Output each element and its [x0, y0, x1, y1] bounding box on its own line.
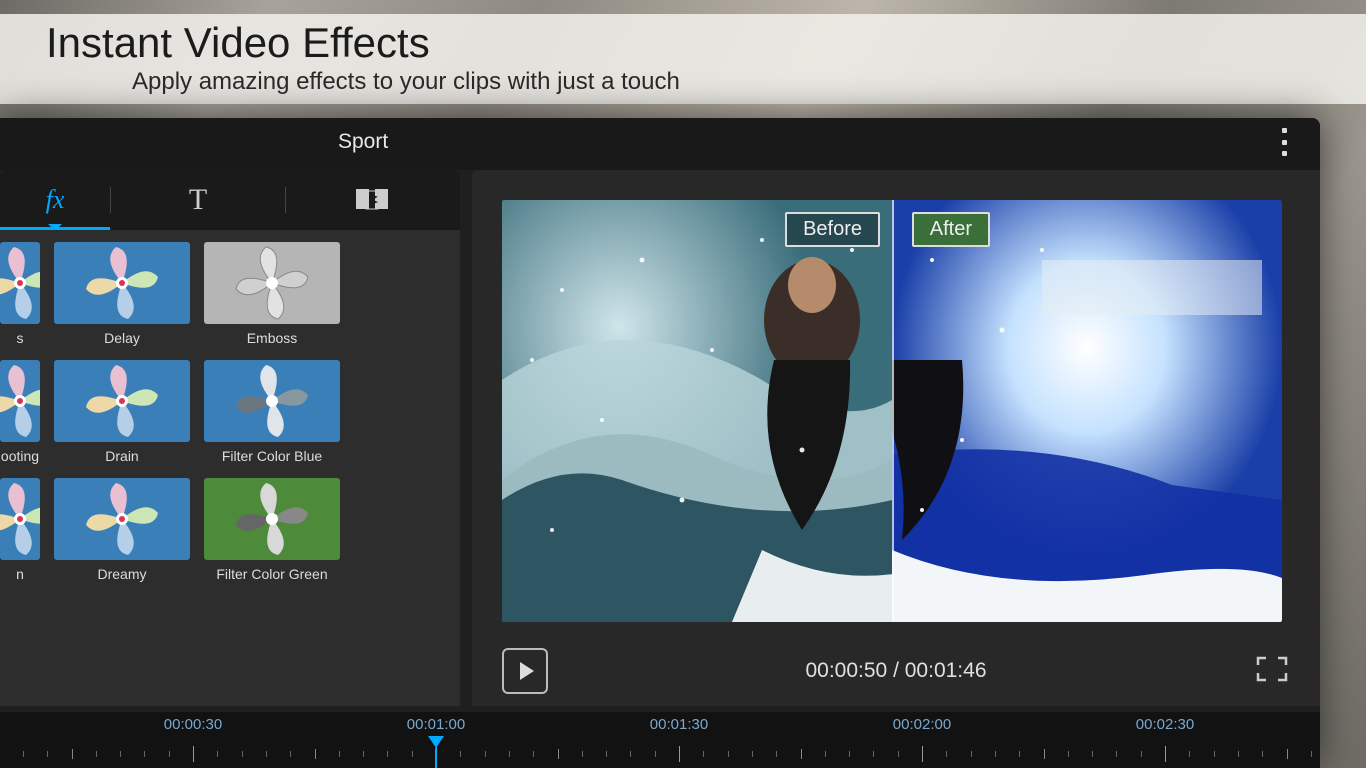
after-toggle[interactable]: After — [912, 212, 990, 247]
preview-before-side — [502, 200, 892, 622]
more-menu-button[interactable] — [1272, 128, 1296, 156]
top-bar: Sport — [0, 118, 1320, 170]
fullscreen-icon — [1254, 654, 1290, 684]
tab-effects[interactable]: fx — [0, 170, 110, 230]
timeline-labels: 00:00:30 00:01:00 00:01:30 00:02:00 00:0… — [0, 716, 1320, 734]
effects-grid[interactable]: s Delay Emboss ooting Drain — [0, 230, 460, 706]
timeline-label: 00:02:30 — [1136, 716, 1194, 733]
before-toggle[interactable]: Before — [785, 212, 880, 247]
before-after-divider[interactable] — [892, 200, 894, 622]
banner-subtitle: Apply amazing effects to your clips with… — [132, 68, 1366, 96]
tab-text[interactable]: T — [111, 170, 285, 230]
text-icon: T — [189, 183, 207, 217]
playback-controls: 00:00:50 / 00:01:46 — [502, 650, 1290, 692]
fx-icon: fx — [46, 185, 65, 215]
tab-transitions[interactable] — [286, 170, 460, 230]
current-time: 00:00:50 — [805, 659, 887, 682]
effect-label: ooting — [0, 448, 40, 464]
effect-item[interactable]: Filter Color Green — [204, 478, 340, 582]
timeline-label: 00:01:30 — [650, 716, 708, 733]
effect-item[interactable]: n — [0, 478, 40, 582]
effect-item[interactable]: ooting — [0, 360, 40, 464]
timeline-label: 00:02:00 — [893, 716, 951, 733]
timeline-playhead[interactable] — [428, 736, 444, 748]
total-time: 00:01:46 — [905, 659, 987, 682]
video-preview[interactable]: Before After — [502, 200, 1282, 622]
effect-label: Drain — [54, 448, 190, 464]
timeline-label: 00:01:00 — [407, 716, 465, 733]
effect-label: Dreamy — [54, 566, 190, 582]
timeline[interactable]: 00:00:30 00:01:00 00:01:30 00:02:00 00:0… — [0, 712, 1320, 768]
effect-item[interactable]: Drain — [54, 360, 190, 464]
effects-panel: fx T s — [0, 170, 460, 706]
effect-item[interactable]: Dreamy — [54, 478, 190, 582]
effect-label: Filter Color Green — [204, 566, 340, 582]
project-title: Sport — [338, 130, 388, 154]
effect-item[interactable]: Emboss — [204, 242, 340, 346]
effect-label: n — [0, 566, 40, 582]
app-window: Sport fx T — [0, 118, 1320, 768]
effect-label: Filter Color Blue — [204, 448, 340, 464]
preview-panel: Before After 00:00:50 / 00:01:46 — [472, 170, 1320, 706]
effect-item[interactable]: s — [0, 242, 40, 346]
effects-tabs: fx T — [0, 170, 460, 230]
play-button[interactable] — [502, 648, 548, 694]
time-display: 00:00:50 / 00:01:46 — [805, 659, 986, 683]
effect-label: Emboss — [204, 330, 340, 346]
feature-banner: Instant Video Effects Apply amazing effe… — [0, 14, 1366, 104]
timeline-ticks — [0, 746, 1320, 766]
effect-item[interactable]: Filter Color Blue — [204, 360, 340, 464]
fullscreen-button[interactable] — [1254, 654, 1290, 684]
banner-title: Instant Video Effects — [46, 22, 1366, 64]
play-icon — [520, 662, 534, 680]
transitions-icon — [356, 187, 390, 213]
effect-label: s — [0, 330, 40, 346]
preview-after-side — [892, 200, 1282, 622]
effect-label: Delay — [54, 330, 190, 346]
effect-item[interactable]: Delay — [54, 242, 190, 346]
timeline-label: 00:00:30 — [164, 716, 222, 733]
